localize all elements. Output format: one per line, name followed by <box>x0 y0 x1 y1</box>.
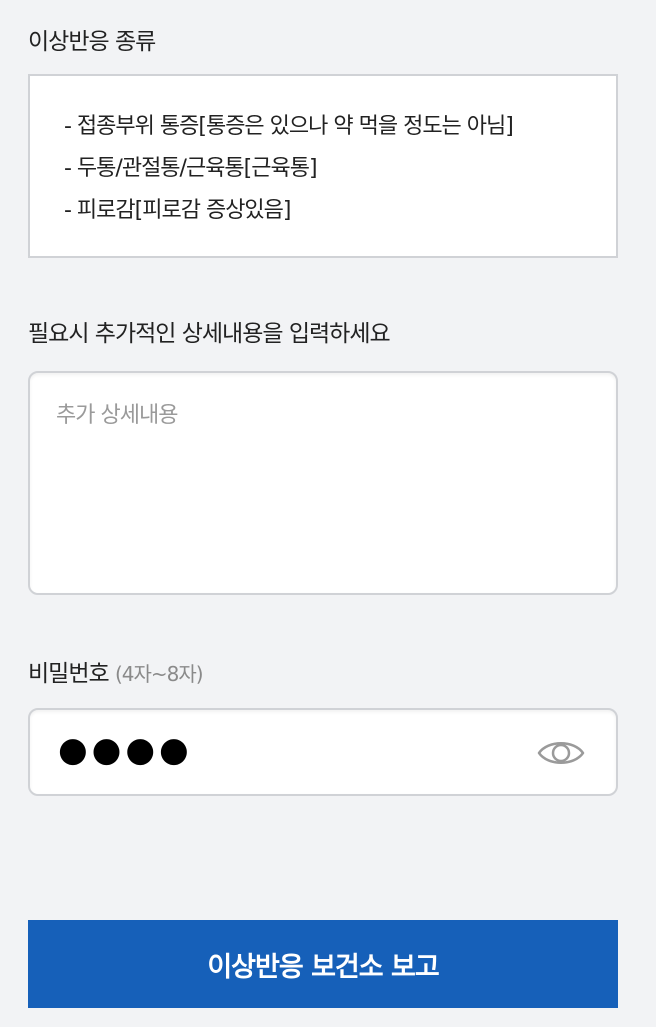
eye-icon[interactable] <box>536 734 586 772</box>
reaction-item: - 접종부위 통증[통증은 있으나 약 먹을 정도는 아님] <box>64 114 514 139</box>
password-hint: (4자~8자) <box>114 662 204 686</box>
reaction-type-box: - 접종부위 통증[통증은 있으나 약 먹을 정도는 아님] - 두통/관절통/… <box>28 74 618 258</box>
reaction-item: - 피로감[피로감 증상있음] <box>64 198 292 223</box>
detail-label: 필요시 추가적인 상세내용을 입력하세요 <box>28 321 391 347</box>
password-label-text: 비밀번호 <box>28 661 110 687</box>
detail-textarea[interactable] <box>28 371 618 595</box>
report-submit-button[interactable]: 이상반응 보건소 보고 <box>28 920 618 1008</box>
password-label: 비밀번호 (4자~8자) <box>28 654 204 688</box>
reaction-item: - 두통/관절통/근육통[근육통] <box>64 156 318 181</box>
password-field[interactable]: ●●●● <box>28 708 618 796</box>
reaction-type-label: 이상반응 종류 <box>28 29 156 55</box>
password-masked-value: ●●●● <box>58 730 193 770</box>
